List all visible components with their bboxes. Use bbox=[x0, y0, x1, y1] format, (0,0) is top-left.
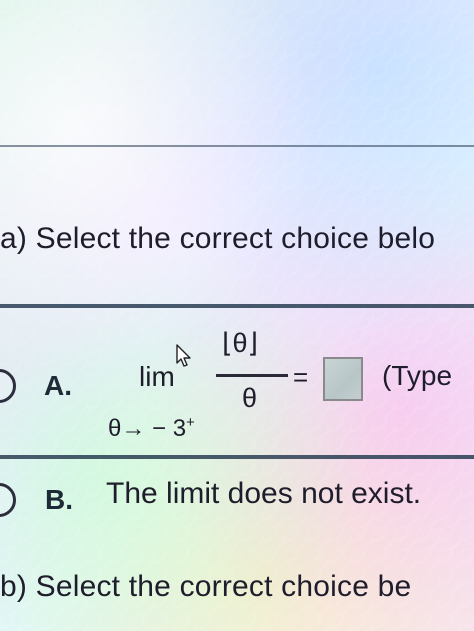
question-a-prompt: a) Select the correct choice belo bbox=[0, 222, 436, 255]
divider-top bbox=[0, 145, 474, 147]
limit-subscript: θ→ − 3+ bbox=[108, 414, 195, 443]
equals-sign: = bbox=[293, 362, 309, 392]
background-moire bbox=[0, 0, 474, 631]
type-hint: (Type bbox=[382, 360, 453, 391]
question-b-prompt: b) Select the correct choice be bbox=[0, 570, 412, 603]
option-b-radio[interactable] bbox=[0, 483, 16, 517]
option-b-label: B. bbox=[45, 484, 73, 515]
option-a-label: A. bbox=[44, 370, 72, 401]
limit-subscript-sup: + bbox=[186, 414, 195, 431]
divider-lower bbox=[0, 455, 474, 459]
mouse-pointer-icon bbox=[176, 344, 191, 367]
fraction-bar bbox=[216, 374, 288, 377]
fraction-denominator: θ bbox=[242, 383, 258, 413]
option-a-radio[interactable] bbox=[0, 369, 16, 403]
limit-subscript-text: θ→ − 3 bbox=[108, 415, 187, 442]
limit-operator: lim bbox=[139, 361, 175, 392]
answer-input-box[interactable] bbox=[323, 357, 363, 401]
fraction-numerator: ⌊θ⌋ bbox=[222, 328, 259, 358]
divider-middle bbox=[0, 304, 474, 308]
option-b-text: The limit does not exist. bbox=[106, 477, 422, 510]
